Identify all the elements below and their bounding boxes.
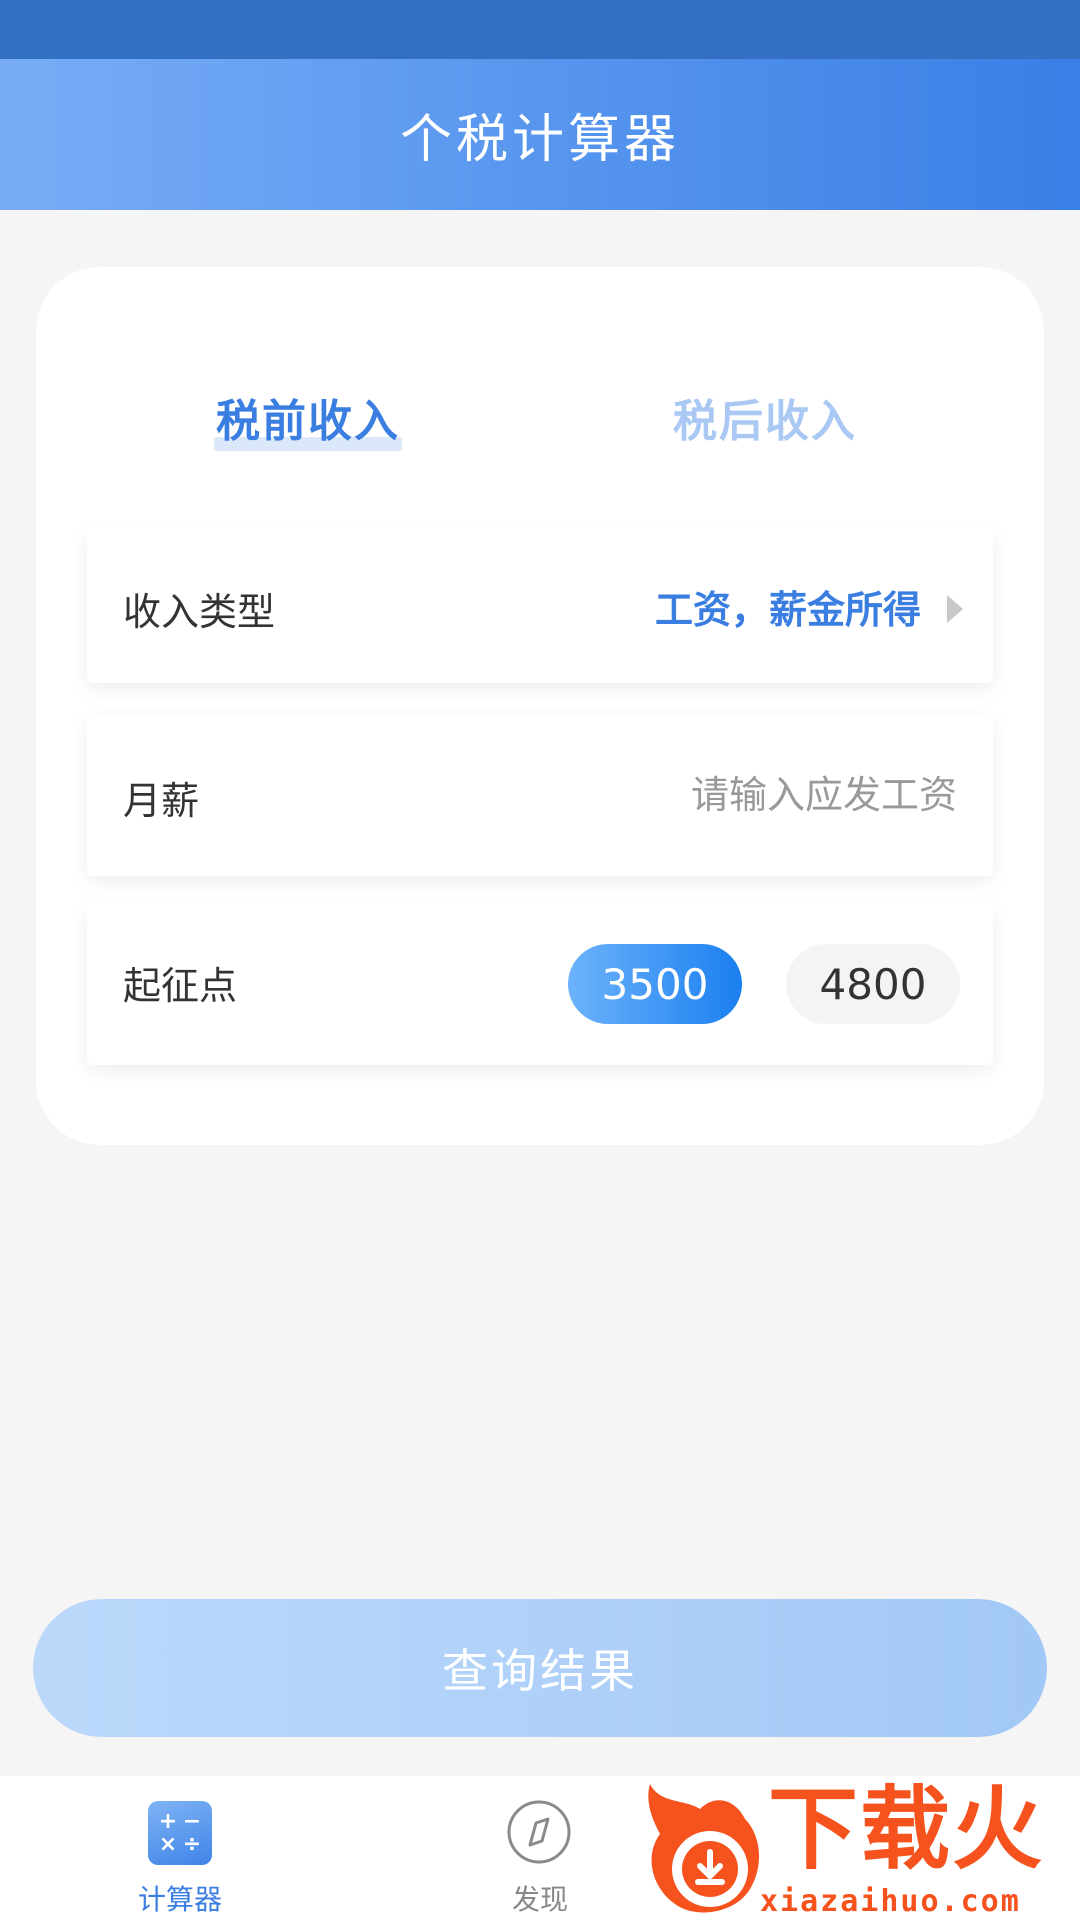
tab-pre-tax-income[interactable]: 税前收入 [214, 385, 402, 451]
query-result-button[interactable]: 查询结果 [33, 1599, 1047, 1737]
nav-label-discover: 发现 [511, 1883, 568, 1916]
calculator-card: 税前收入 税后收入 收入类型 工资，薪金所得 月薪 起征点 3500 4800 [36, 267, 1044, 1145]
income-type-value: 工资，薪金所得 [654, 588, 921, 632]
app-header: 个税计算器 [0, 59, 1080, 210]
income-type-label: 收入类型 [123, 590, 276, 634]
chevron-right-icon [947, 595, 963, 623]
page-title: 个税计算器 [399, 110, 680, 170]
income-tabs: 税前收入 税后收入 [36, 267, 1044, 497]
monthly-salary-row: 月薪 [87, 714, 993, 876]
monthly-salary-input[interactable] [535, 764, 959, 826]
threshold-option-3500[interactable]: 3500 [568, 944, 742, 1024]
status-bar [0, 0, 1080, 59]
tab-post-tax-label: 税后收入 [673, 396, 857, 447]
calculator-icon: + − × ÷ [148, 1801, 212, 1865]
tax-threshold-label: 起征点 [123, 964, 238, 1008]
compass-icon [507, 1800, 571, 1864]
tab-post-tax-income[interactable]: 税后收入 [673, 385, 857, 449]
watermark-brand-name: 下载火 [768, 1777, 1044, 1882]
nav-label-calculator: 计算器 [137, 1883, 222, 1916]
tax-threshold-row: 起征点 3500 4800 [87, 903, 993, 1065]
nav-item-calculator[interactable]: + − × ÷ 计算器 [80, 1776, 280, 1920]
flame-logo-icon [648, 1784, 760, 1913]
watermark-logo: 下载火 xiazaihuo.com [640, 1774, 1080, 1920]
income-type-row[interactable]: 收入类型 工资，薪金所得 [87, 527, 993, 683]
monthly-salary-label: 月薪 [123, 779, 200, 823]
watermark-site-url: xiazaihuo.com [760, 1884, 1021, 1919]
nav-item-discover[interactable]: 发现 [440, 1776, 640, 1920]
tab-pre-tax-label: 税前收入 [216, 396, 400, 447]
threshold-option-4800[interactable]: 4800 [786, 944, 960, 1024]
